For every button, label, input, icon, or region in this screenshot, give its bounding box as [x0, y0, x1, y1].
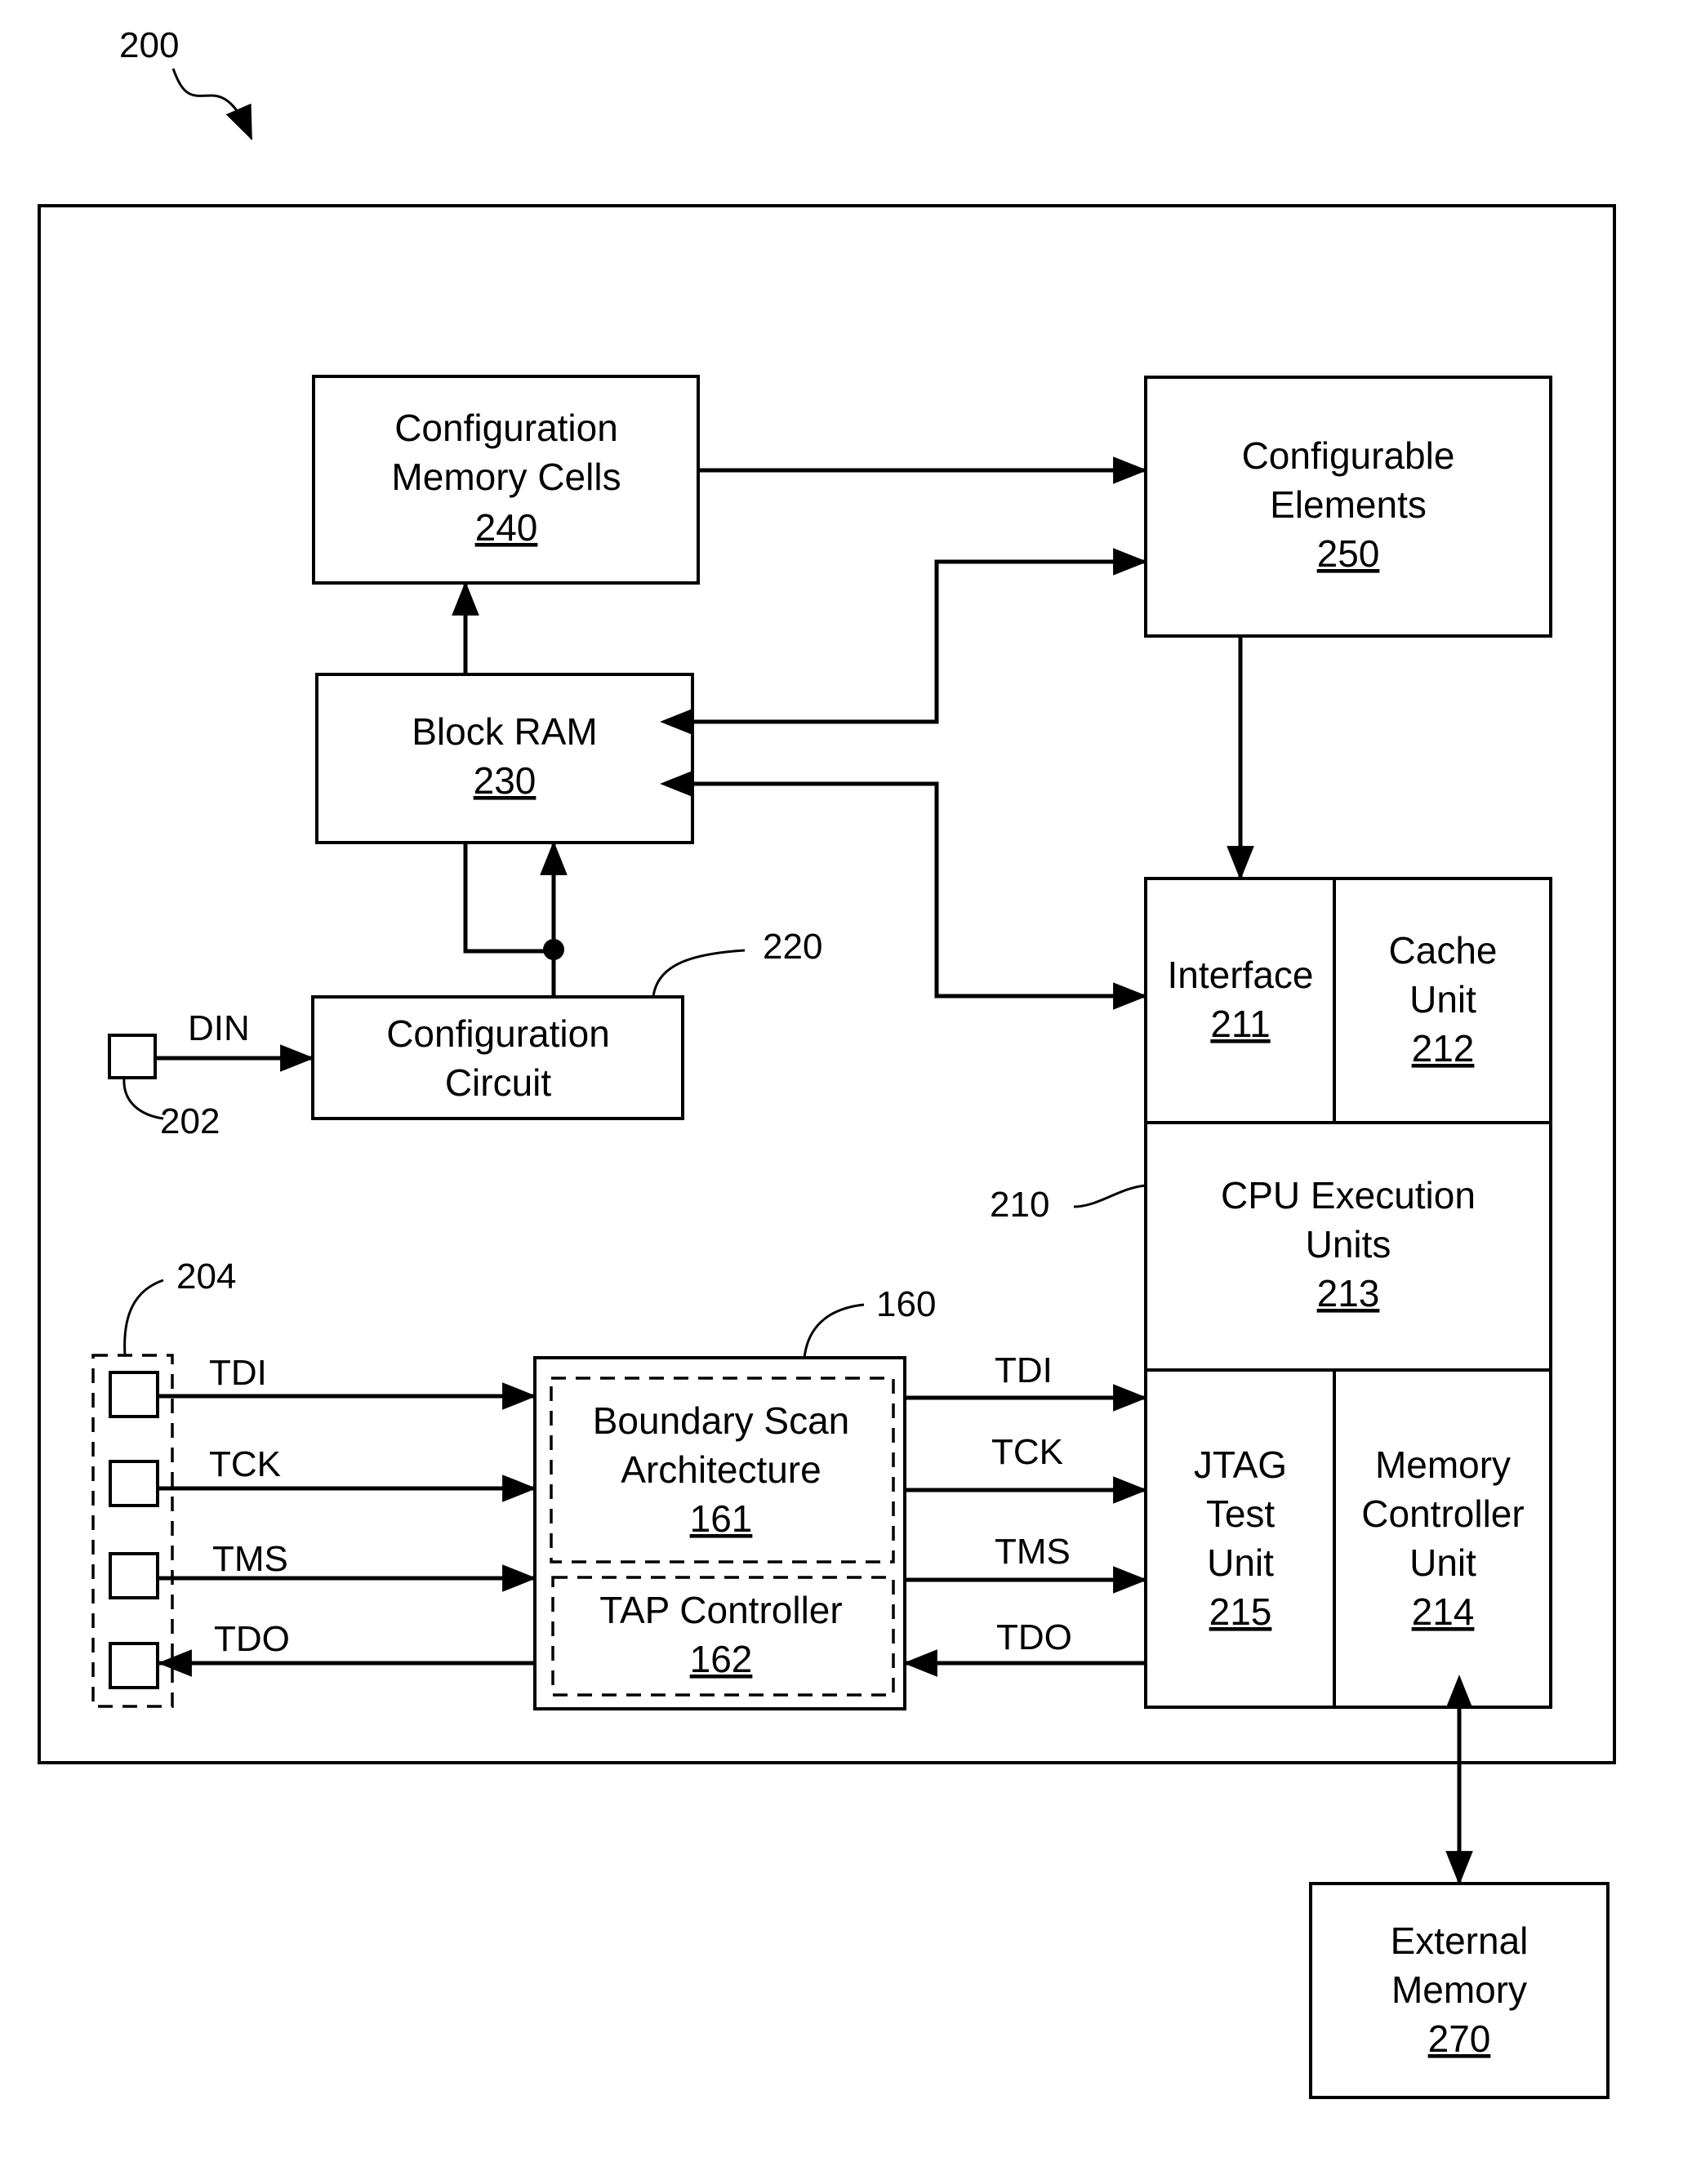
cache-line2: Unit	[1409, 978, 1476, 1021]
mem-ctrl-line3: Unit	[1409, 1541, 1476, 1584]
config-circuit-ref: 220	[763, 927, 822, 967]
right-signal-tdo: TDO	[996, 1617, 1072, 1657]
arrow-250-230-bidir	[660, 548, 1148, 736]
left-signal-tdo: TDO	[214, 1619, 290, 1659]
block-ram-block: Block RAM 230	[315, 673, 694, 844]
boundary-scan-ref-leader	[803, 1303, 865, 1359]
figure-ref-200: 200	[119, 25, 179, 65]
block-ram-number: 230	[474, 759, 537, 802]
interface-line1: Interface	[1168, 954, 1314, 996]
interface-number: 211	[1210, 1003, 1270, 1045]
junction-dot	[543, 939, 564, 960]
right-signal-tdi: TDI	[995, 1350, 1053, 1390]
configurable-elements-line1: Configurable	[1242, 434, 1455, 477]
config-memory-number: 240	[475, 506, 538, 549]
cpu-ref: 210	[990, 1185, 1049, 1225]
jtag-number: 215	[1209, 1590, 1272, 1633]
cpu-exec-line2: Units	[1306, 1223, 1391, 1265]
config-memory-line2: Memory Cells	[391, 456, 621, 498]
right-signal-tck: TCK	[991, 1432, 1063, 1472]
external-memory-line2: Memory	[1391, 1968, 1527, 2011]
boundary-scan-160-block: Boundary Scan Architecture 161 TAP Contr…	[533, 1284, 936, 1710]
cpu-210-block: Interface 211 Cache Unit 212 CPU Executi…	[990, 877, 1552, 1709]
mem-ctrl-line1: Memory	[1375, 1443, 1511, 1486]
boundary-scan-line2: Architecture	[621, 1448, 821, 1491]
pin-tck	[109, 1460, 159, 1507]
loop-230-220	[463, 843, 554, 954]
external-memory-block: External Memory 270	[1309, 1882, 1610, 2099]
arrow-230-interface-bidir	[660, 770, 1148, 1010]
configurable-elements-number: 250	[1317, 532, 1380, 575]
block-ram-line1: Block RAM	[412, 710, 597, 753]
cache-line1: Cache	[1389, 929, 1498, 972]
config-memory-cells-block: Configuration Memory Cells 240	[312, 375, 700, 585]
jtag-pin-group	[91, 1354, 174, 1708]
din-ref: 202	[160, 1101, 220, 1141]
right-signal-tms: TMS	[995, 1532, 1071, 1572]
jtag-line2: Test	[1206, 1492, 1276, 1535]
config-circuit-line1: Configuration	[386, 1012, 610, 1055]
figure-ref-leader	[171, 68, 253, 140]
jtag-line1: JTAG	[1194, 1443, 1287, 1486]
cpu-ref-leader	[1073, 1184, 1146, 1208]
external-memory-line1: External	[1391, 1919, 1529, 1962]
boundary-scan-line1: Boundary Scan	[593, 1399, 850, 1442]
jtag-line3: Unit	[1207, 1541, 1274, 1584]
config-circuit-line2: Circuit	[445, 1061, 552, 1104]
din-label: DIN	[188, 1008, 250, 1048]
configurable-elements-line2: Elements	[1270, 483, 1427, 526]
pin-tdo	[109, 1642, 159, 1689]
configuration-circuit-block: Configuration Circuit 220	[311, 927, 822, 1120]
tap-number: 162	[690, 1638, 753, 1680]
block-diagram: 200 Configuration Memory Cells 240 Confi…	[38, 25, 1616, 2099]
left-signal-tms: TMS	[212, 1539, 288, 1579]
pin-tdi	[109, 1371, 159, 1418]
jtag-pins-ref-leader	[123, 1279, 164, 1356]
cpu-exec-number: 213	[1317, 1272, 1380, 1314]
configurable-elements-block: Configurable Elements 250	[1144, 376, 1552, 638]
external-memory-number: 270	[1428, 2017, 1491, 2060]
config-circuit-ref-leader	[652, 949, 746, 998]
config-memory-line1: Configuration	[394, 407, 618, 449]
mem-ctrl-line2: Controller	[1361, 1492, 1524, 1535]
mem-ctrl-number: 214	[1412, 1590, 1475, 1633]
boundary-scan-number: 161	[690, 1497, 753, 1540]
cpu-exec-line1: CPU Execution	[1221, 1174, 1476, 1217]
din-ref-leader	[122, 1077, 164, 1120]
left-signal-tdi: TDI	[209, 1353, 267, 1393]
din-pin	[108, 1034, 157, 1079]
boundary-scan-ref: 160	[876, 1284, 936, 1324]
jtag-pins-ref: 204	[176, 1257, 236, 1297]
left-signal-tck: TCK	[209, 1444, 281, 1484]
cache-number: 212	[1412, 1027, 1475, 1070]
tap-line1: TAP Controller	[599, 1589, 842, 1631]
pin-tms	[109, 1552, 159, 1599]
